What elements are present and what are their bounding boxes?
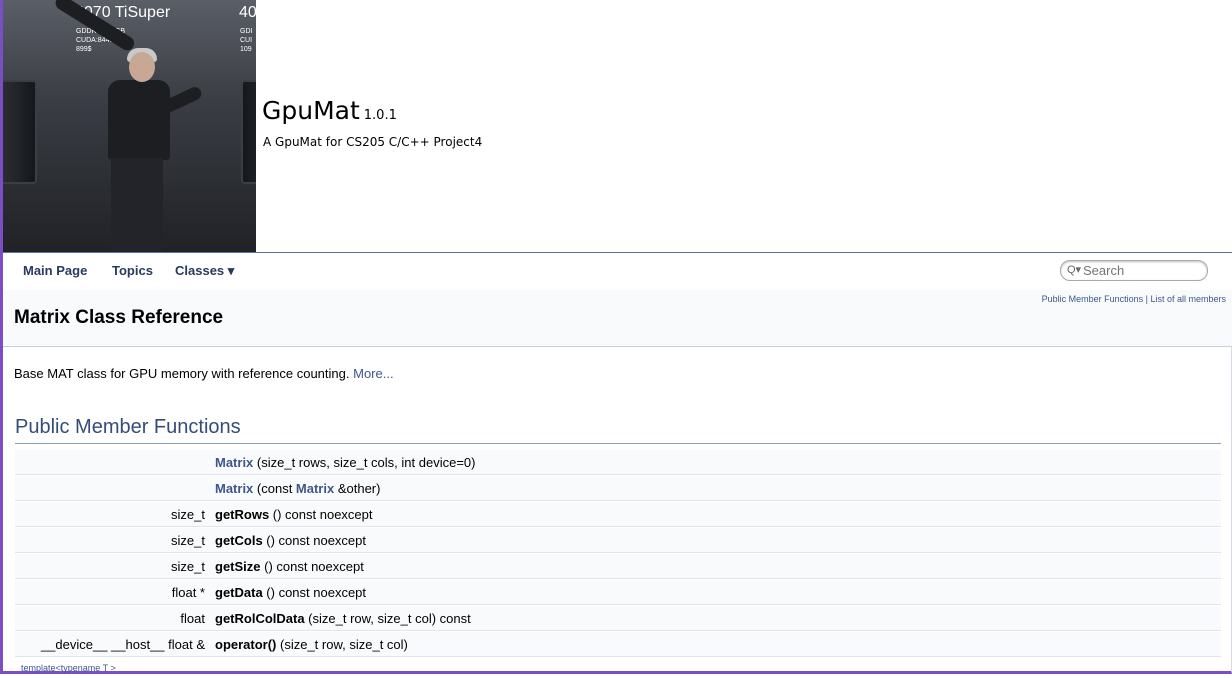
member-type: size_t xyxy=(171,507,205,522)
search-icon[interactable]: Q▾ xyxy=(1067,263,1081,276)
project-number: 1.0.1 xyxy=(363,108,397,123)
member-name-link[interactable]: getRows xyxy=(215,507,269,522)
member-signature: operator() (size_t row, size_t col) xyxy=(215,637,408,652)
member-signature: getCols () const noexcept xyxy=(215,533,366,548)
gpu-card-image xyxy=(3,80,37,184)
member-signature: getRolColData (size_t row, size_t col) c… xyxy=(215,611,471,626)
class-brief: Base MAT class for GPU memory with refer… xyxy=(14,366,394,381)
logo-spec-line: 109 xyxy=(240,46,252,53)
type-link[interactable]: Matrix xyxy=(296,481,334,496)
logo-specs: GDI CUI 109 xyxy=(240,27,252,54)
table-row: size_t getRows () const noexcept xyxy=(15,502,1221,527)
member-args: () const noexcept xyxy=(260,559,364,574)
person-legs xyxy=(111,158,163,252)
title-area: 4070 TiSuper GDDR6X 16GB CUDA:8448 899$ … xyxy=(3,0,1232,253)
nav-main-page[interactable]: Main Page xyxy=(23,263,87,278)
member-args: () const noexcept xyxy=(262,533,366,548)
project-logo: 4070 TiSuper GDDR6X 16GB CUDA:8448 899$ … xyxy=(3,0,256,252)
person-body xyxy=(108,80,170,160)
member-args: () const noexcept xyxy=(262,585,367,600)
logo-text: 40 xyxy=(239,4,256,21)
project-brief: A GpuMat for CS205 C/C++ Project4 xyxy=(263,135,483,149)
member-name-link[interactable]: Matrix xyxy=(215,455,253,470)
member-args: &other) xyxy=(334,481,381,496)
member-name-link[interactable]: getSize xyxy=(215,559,261,574)
table-row: size_t getCols () const noexcept xyxy=(15,528,1221,553)
nav-classes[interactable]: Classes ▾ xyxy=(175,263,234,279)
member-type: size_t xyxy=(171,533,205,548)
table-row: __device__ __host__ float & operator() (… xyxy=(15,632,1221,657)
table-row: float * getData () const noexcept xyxy=(15,580,1221,605)
member-name-link[interactable]: Matrix xyxy=(215,481,253,496)
brief-text: Base MAT class for GPU memory with refer… xyxy=(14,366,350,381)
project-name: GpuMat 1.0.1 xyxy=(262,96,397,125)
member-args: (size_t row, size_t col) xyxy=(276,637,408,652)
nav-topics[interactable]: Topics xyxy=(112,263,153,278)
member-args: () const noexcept xyxy=(269,507,373,522)
member-signature: getSize () const noexcept xyxy=(215,559,364,574)
member-type: __device__ __host__ float & xyxy=(40,637,205,652)
person-head xyxy=(129,52,155,82)
member-args: (size_t row, size_t col) const xyxy=(304,611,471,626)
main-nav: Main Page Topics Classes ▾ Q▾ xyxy=(3,253,1232,290)
search-box[interactable]: Q▾ xyxy=(1060,260,1208,281)
member-type: float * xyxy=(171,585,205,600)
page-header: Public Member Functions | List of all me… xyxy=(3,290,1232,347)
project-name-text: GpuMat xyxy=(262,96,360,125)
table-row: Matrix (size_t rows, size_t cols, int de… xyxy=(15,450,1221,475)
logo-spec-line: CUI xyxy=(240,37,253,44)
section-divider xyxy=(15,443,1221,444)
section-title: Public Member Functions xyxy=(15,416,241,438)
member-signature: getData () const noexcept xyxy=(215,585,366,600)
member-args: (const xyxy=(253,481,296,496)
summary-links: Public Member Functions | List of all me… xyxy=(1042,294,1226,304)
member-name-link[interactable]: getRolColData xyxy=(215,611,305,626)
more-link[interactable]: More... xyxy=(353,366,393,381)
logo-spec-line: GDI xyxy=(240,28,253,35)
member-name-link[interactable]: getCols xyxy=(215,533,263,548)
summary-link-all-members[interactable]: List of all members xyxy=(1150,294,1226,304)
member-table: Matrix (size_t rows, size_t cols, int de… xyxy=(15,450,1221,678)
member-type: float xyxy=(180,611,205,626)
member-name-link[interactable]: operator() xyxy=(215,637,276,652)
member-type: size_t xyxy=(171,559,205,574)
table-row: size_t getSize () const noexcept xyxy=(15,554,1221,579)
table-row: float getRolColData (size_t row, size_t … xyxy=(15,606,1221,631)
member-signature: Matrix (const Matrix &other) xyxy=(215,481,380,496)
search-input[interactable] xyxy=(1083,262,1201,278)
summary-link-public-member-functions[interactable]: Public Member Functions xyxy=(1042,294,1144,304)
template-declaration: template<typename T > xyxy=(21,663,116,673)
member-name-link[interactable]: getData xyxy=(215,585,263,600)
gpu-card-image xyxy=(241,80,256,184)
member-args: (size_t rows, size_t cols, int device=0) xyxy=(253,455,476,470)
logo-spec-line: 899$ xyxy=(76,46,92,53)
page-title: Matrix Class Reference xyxy=(14,307,224,328)
member-signature: getRows () const noexcept xyxy=(215,507,373,522)
member-signature: Matrix (size_t rows, size_t cols, int de… xyxy=(215,455,475,470)
table-row: Matrix (const Matrix &other) xyxy=(15,476,1221,501)
